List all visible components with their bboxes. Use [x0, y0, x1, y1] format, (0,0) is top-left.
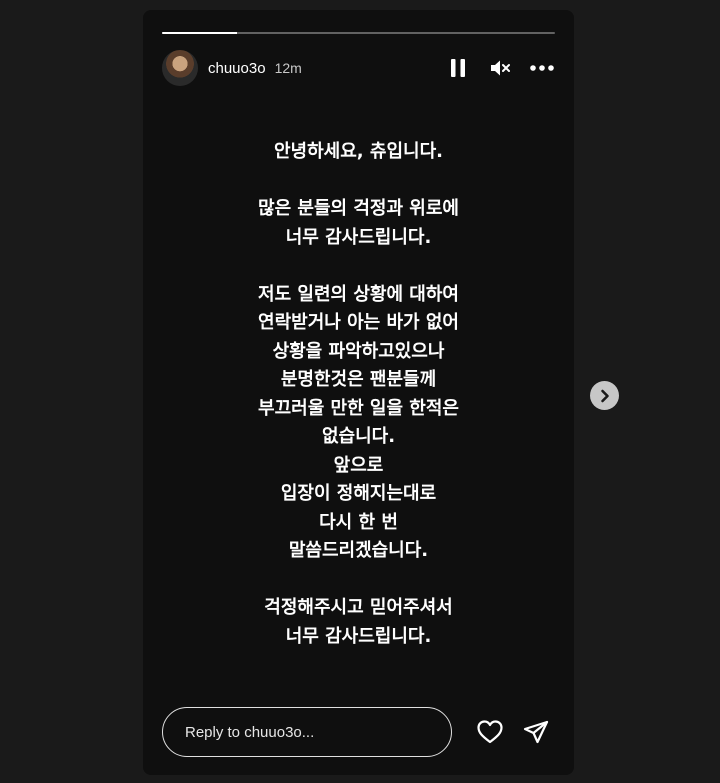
story-text-line: 앞으로 [333, 454, 384, 476]
story-text-line: 저도 일련의 상황에 대하여 [258, 283, 459, 305]
reply-bar [162, 707, 555, 757]
story-text-line: 많은 분들의 걱정과 위로에 [258, 198, 459, 219]
story-text-line: 연락받거나 아는 바가 없어 [258, 312, 459, 333]
story-text-line: 상황을 파악하고있으나 [272, 340, 445, 362]
next-story-button[interactable] [590, 381, 619, 410]
reply-actions [477, 719, 549, 745]
username[interactable]: chuuo3o [208, 60, 266, 77]
send-icon [523, 720, 549, 744]
mute-button[interactable] [487, 55, 513, 81]
story-text-line: 안녕하세요, 츄입니다. [274, 141, 443, 162]
heart-icon [477, 720, 503, 744]
story-text-line: 없습니다. [321, 426, 396, 447]
story-text-line: 말씀드리겠습니다. [288, 540, 429, 561]
timestamp: 12m [274, 60, 302, 76]
story-controls [445, 55, 555, 81]
story-card: chuuo3o 12m 안녕하세요, 츄입니다. 많은 분들의 걱정과 위로에 … [143, 10, 574, 775]
reply-input[interactable] [162, 707, 452, 757]
muted-speaker-icon [491, 60, 510, 76]
story-progress-bar [162, 32, 555, 34]
story-header: chuuo3o 12m [162, 50, 555, 86]
pause-icon [451, 59, 465, 77]
more-options-button[interactable] [529, 55, 555, 81]
story-text-line: 걱정해주시고 믿어주셔서 [264, 597, 453, 618]
story-text-line: 입장이 정해지는대로 [280, 483, 437, 504]
story-text-spacer [143, 252, 574, 281]
story-text-line: 너무 감사드립니다. [285, 226, 432, 248]
avatar[interactable] [162, 50, 198, 86]
like-button[interactable] [477, 719, 503, 745]
story-text-spacer [143, 167, 574, 196]
chevron-right-icon [600, 389, 609, 402]
story-text: 안녕하세요, 츄입니다. 많은 분들의 걱정과 위로에너무 감사드립니다. 저도 일… [143, 138, 574, 651]
story-viewer-page: chuuo3o 12m 안녕하세요, 츄입니다. 많은 분들의 걱정과 위로에 … [0, 0, 720, 783]
story-text-line: 부끄러울 만한 일을 한적은 [258, 397, 459, 419]
share-button[interactable] [523, 719, 549, 745]
story-text-line: 분명한것은 팬분들께 [280, 369, 437, 390]
pause-button[interactable] [445, 55, 471, 81]
story-progress-fill [162, 32, 237, 34]
story-text-spacer [143, 566, 574, 595]
story-text-line: 다시 한 번 [319, 511, 398, 533]
story-text-line: 너무 감사드립니다. [285, 625, 432, 647]
more-options-icon [530, 65, 554, 71]
